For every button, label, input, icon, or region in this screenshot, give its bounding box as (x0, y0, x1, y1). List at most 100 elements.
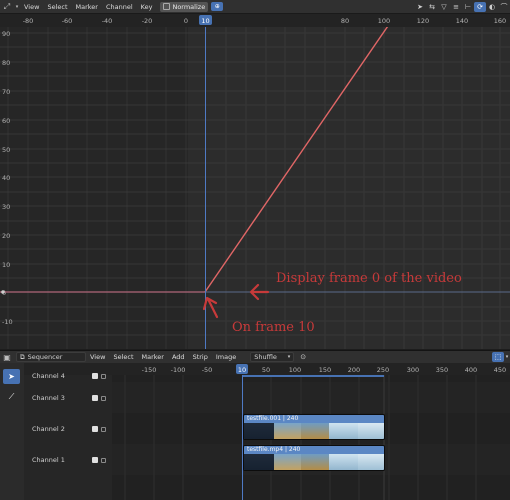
channel-label[interactable]: Channel 4 (24, 372, 92, 380)
sequencer-view-select[interactable]: ⧉ Sequencer (16, 352, 86, 362)
normalize-toggle[interactable]: Normalize (160, 1, 209, 12)
curve-shape-icon[interactable]: ⌒ (498, 2, 510, 12)
menu-select[interactable]: Select (43, 0, 71, 14)
strip-label: testfile.001 | 240 (244, 415, 384, 423)
thumbnail (358, 454, 384, 470)
channel-label[interactable]: Channel 3 (24, 394, 92, 402)
menu-key[interactable]: Key (137, 0, 157, 14)
cursor-icon[interactable]: ➤ (414, 2, 426, 12)
ruler-tick-label: 0 (184, 17, 188, 25)
seq-menu-select[interactable]: Select (109, 350, 137, 364)
seq-ruler-tick: 250 (377, 366, 389, 374)
ruler-tick-label: 160 (494, 17, 506, 25)
seq-ruler-tick: -50 (202, 366, 213, 374)
seq-ruler-tick: 450 (494, 366, 506, 374)
pivot-icon[interactable]: ⇆ (426, 2, 438, 12)
sequencer-view-icon: ⧉ (20, 352, 25, 361)
frame-indicator-icon[interactable]: ⊕ (211, 2, 224, 11)
seq-current-frame-label: 10 (238, 366, 246, 374)
y-tick-label: 10 (2, 261, 10, 269)
seq-ruler-tick: 300 (407, 366, 419, 374)
menu-marker[interactable]: Marker (72, 0, 102, 14)
sequencer-timeline[interactable]: testfile.001 | 240 testfile.mp4 | 240 (112, 375, 510, 500)
chevron-down-icon[interactable]: ▾ (504, 352, 510, 362)
ruler-tick-label: 100 (378, 17, 390, 25)
menu-channel[interactable]: Channel (102, 0, 137, 14)
select-tool-icon[interactable]: ➤ (3, 369, 20, 384)
seq-ruler-tick: 400 (465, 366, 477, 374)
ruler-tick-label: -40 (102, 17, 113, 25)
thumbnail (328, 454, 359, 470)
graph-editor-canvas[interactable]: 90 80 70 60 50 40 30 20 10 0 -10 Display… (0, 27, 510, 349)
ruler-tick-label: 80 (341, 17, 349, 25)
sequencer-icon[interactable]: ▣ (0, 352, 14, 363)
thumbnail (273, 454, 302, 470)
thumbnail (301, 454, 329, 470)
ghost-icon[interactable]: ≡ (450, 2, 462, 12)
auto-key-icon[interactable]: ◐ (486, 2, 498, 12)
fcurve-keyframe[interactable] (1, 290, 5, 294)
y-tick-label: 60 (2, 117, 10, 125)
channel-mute-checkbox[interactable] (92, 426, 98, 432)
channel-mute-checkbox[interactable] (92, 373, 98, 379)
lock-icon[interactable] (101, 457, 106, 463)
movie-strip[interactable]: testfile.001 | 240 (243, 414, 385, 440)
lock-icon[interactable] (101, 395, 106, 401)
channel-row: Channel 2 (24, 422, 112, 436)
lock-icon[interactable] (101, 426, 106, 432)
channel-mute-checkbox[interactable] (92, 457, 98, 463)
channel-row: Channel 3 (24, 391, 112, 405)
chevron-down-icon: ▾ (287, 354, 291, 360)
seq-menu-view[interactable]: View (86, 350, 109, 364)
seq-ruler-tick: 150 (319, 366, 331, 374)
normalize-label: Normalize (172, 2, 206, 11)
graph-editor-header: ⤢ ▾ View Select Marker Channel Key Norma… (0, 0, 510, 14)
seq-menu-strip[interactable]: Strip (189, 350, 212, 364)
overlay-icon[interactable]: ⬚ (492, 352, 504, 362)
seq-menu-add[interactable]: Add (168, 350, 189, 364)
graph-ruler-svg: -80 -60 -40 -20 0 80 100 120 140 160 10 (23, 15, 506, 25)
channel-label[interactable]: Channel 2 (24, 425, 92, 433)
overlap-mode-select[interactable]: Shuffle ▾ (250, 352, 295, 362)
channel-mute-checkbox[interactable] (92, 395, 98, 401)
strip-thumbnails (244, 454, 384, 470)
proportional-edit-icon[interactable]: ⟳ (474, 1, 486, 12)
thumbnail (244, 454, 274, 470)
sequencer-toolbar: ➤ ⟋ (0, 363, 24, 500)
ruler-tick-label: -80 (23, 17, 34, 25)
channel-row: Channel 4 (24, 369, 112, 383)
seq-ruler-tick: 50 (262, 366, 270, 374)
movie-strip[interactable]: testfile.mp4 | 240 (243, 445, 385, 471)
seq-ruler-tick: -100 (171, 366, 186, 374)
y-tick-label: 80 (2, 59, 10, 67)
snap-icon[interactable]: ⊢ (462, 2, 474, 12)
y-tick-label: -10 (2, 318, 13, 326)
normalize-checkbox[interactable] (163, 3, 171, 10)
y-tick-label: 50 (2, 146, 10, 154)
channel-row: Channel 1 (24, 453, 112, 467)
graph-time-ruler[interactable]: -80 -60 -40 -20 0 80 100 120 140 160 10 (0, 14, 510, 27)
ruler-tick-label: 120 (417, 17, 429, 25)
y-tick-label: 90 (2, 30, 10, 38)
channel-label[interactable]: Channel 1 (24, 456, 92, 464)
menu-view[interactable]: View (20, 0, 43, 14)
seq-menu-image[interactable]: Image (212, 350, 240, 364)
channel-list: Channel 4 Channel 3 Channel 2 Channel 1 (24, 372, 112, 500)
snap-icon[interactable]: ⊙ (297, 352, 309, 362)
seq-ruler-tick: -150 (142, 366, 157, 374)
overlap-mode-label: Shuffle (254, 353, 277, 361)
lock-icon[interactable] (101, 373, 106, 379)
thumbnail (301, 423, 329, 439)
strip-thumbnails (244, 423, 384, 439)
channel-band (112, 475, 510, 500)
graph-editor-icon[interactable]: ⤢ (0, 1, 14, 12)
seq-ruler-tick: 350 (436, 366, 448, 374)
filter-icon[interactable]: ▽ (438, 2, 450, 12)
thumbnail (273, 423, 302, 439)
thumbnail (358, 423, 384, 439)
current-frame-label: 10 (201, 17, 209, 25)
sequencer-view-label: Sequencer (27, 353, 63, 361)
y-tick-label: 70 (2, 88, 10, 96)
seq-menu-marker[interactable]: Marker (138, 350, 168, 364)
blade-tool-icon[interactable]: ⟋ (3, 389, 20, 404)
